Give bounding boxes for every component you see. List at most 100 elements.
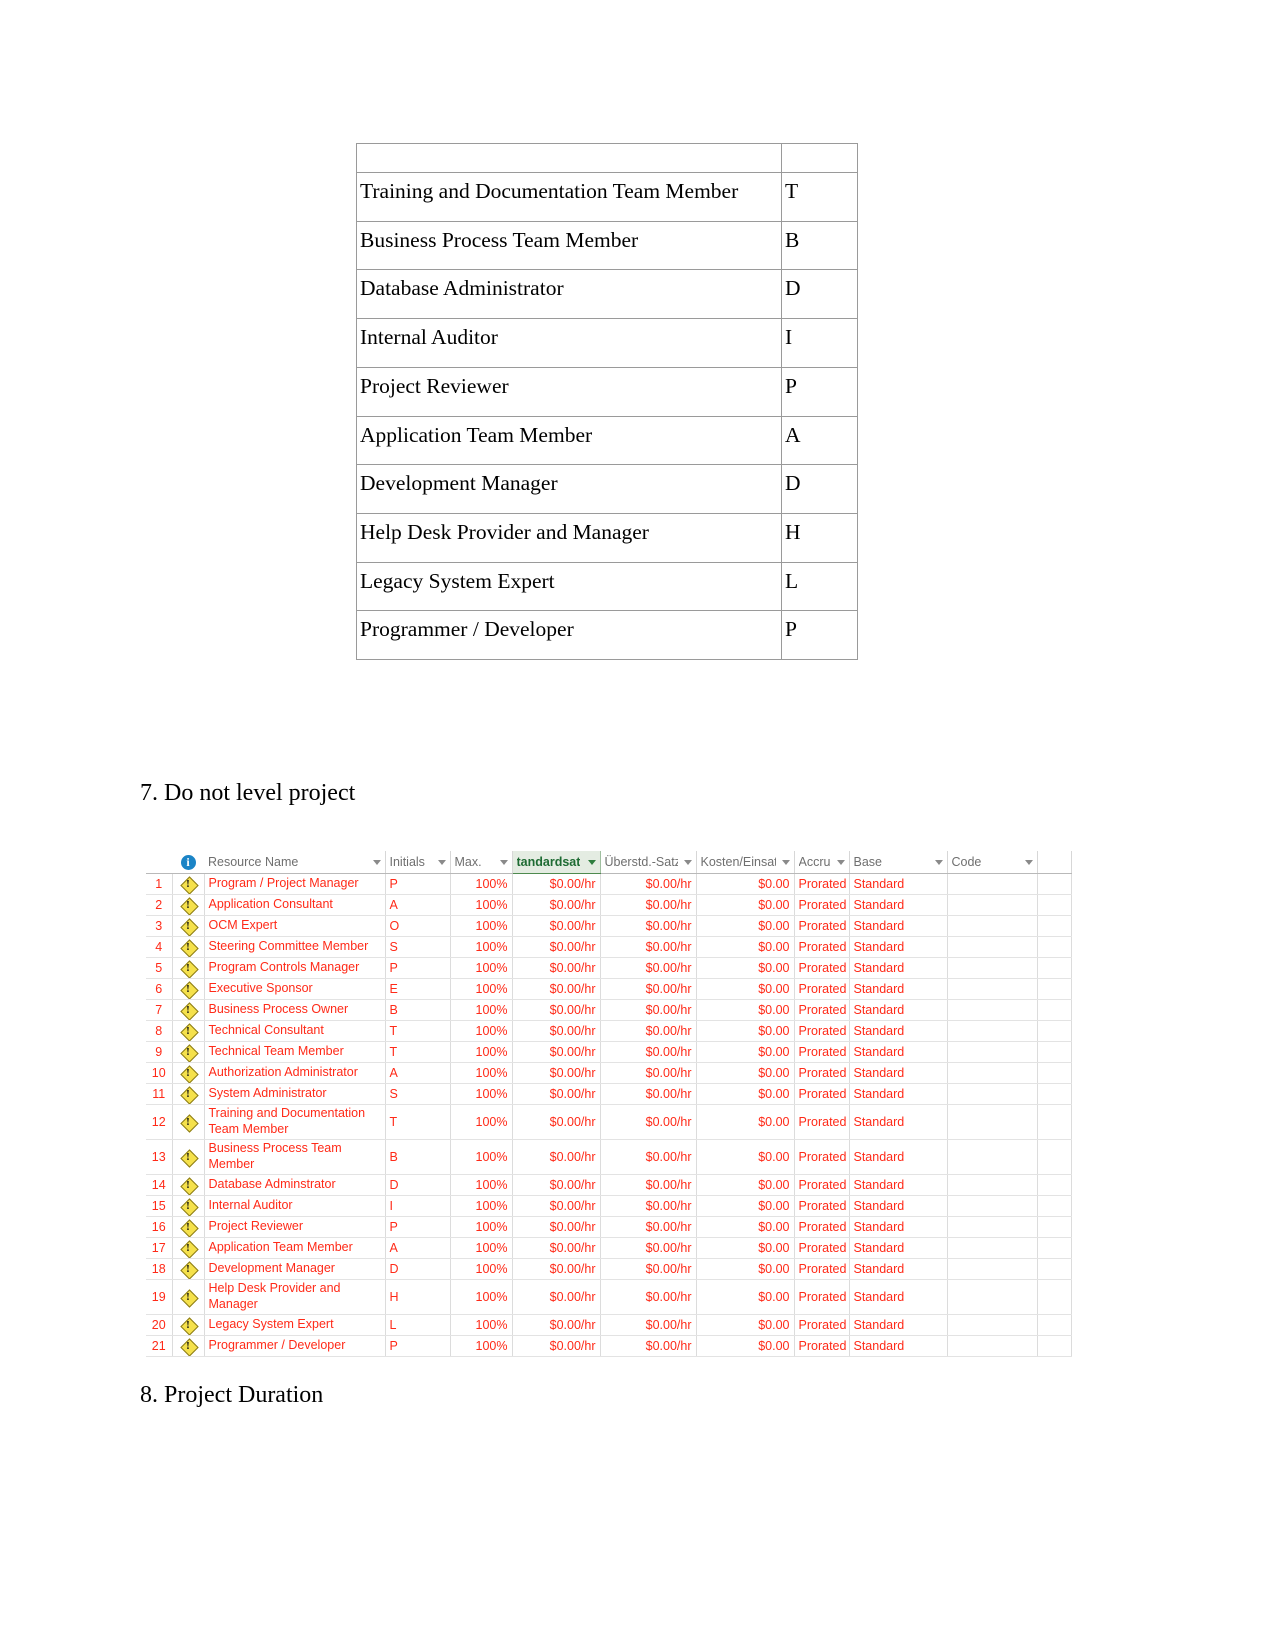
max-units-cell[interactable]: 100% xyxy=(450,1237,513,1259)
table-row[interactable]: 2! Application Consultant A 100% $0.00/hr $0.… xyxy=(146,894,1072,916)
standard-rate-cell[interactable]: $0.00/hr xyxy=(512,1279,601,1315)
cost-per-use-cell[interactable]: $0.00 xyxy=(696,999,795,1021)
overtime-rate-cell[interactable]: $0.00/hr xyxy=(600,957,697,979)
accrue-at-cell[interactable]: Prorated xyxy=(794,1083,850,1105)
column-header-initials[interactable]: Initials xyxy=(385,851,451,874)
standard-rate-cell[interactable]: $0.00/hr xyxy=(512,1237,601,1259)
resource-name-cell[interactable]: Internal Auditor xyxy=(204,1195,386,1217)
code-cell[interactable] xyxy=(947,1258,1038,1280)
max-units-cell[interactable]: 100% xyxy=(450,999,513,1021)
indicator-cell[interactable]: ! xyxy=(172,1062,205,1084)
column-header-overtime_rate[interactable]: Überstd.-Satz xyxy=(600,851,697,874)
indicator-cell[interactable]: ! xyxy=(172,1237,205,1259)
code-cell[interactable] xyxy=(947,1174,1038,1196)
max-units-cell[interactable]: 100% xyxy=(450,1195,513,1217)
indicator-cell[interactable]: ! xyxy=(172,999,205,1021)
accrue-at-cell[interactable]: Prorated xyxy=(794,1104,850,1140)
initials-cell[interactable]: A xyxy=(385,894,451,916)
max-units-cell[interactable]: 100% xyxy=(450,957,513,979)
initials-cell[interactable]: D xyxy=(385,1174,451,1196)
max-units-cell[interactable]: 100% xyxy=(450,1258,513,1280)
standard-rate-cell[interactable]: $0.00/hr xyxy=(512,1174,601,1196)
cost-per-use-cell[interactable]: $0.00 xyxy=(696,915,795,937)
initials-cell[interactable]: A xyxy=(385,1237,451,1259)
filter-dropdown-icon[interactable] xyxy=(781,859,790,865)
base-calendar-cell[interactable]: Standard xyxy=(849,1195,948,1217)
warning-icon[interactable]: ! xyxy=(179,917,199,936)
accrue-at-cell[interactable]: Prorated xyxy=(794,1258,850,1280)
cost-per-use-cell[interactable]: $0.00 xyxy=(696,1139,795,1175)
max-units-cell[interactable]: 100% xyxy=(450,978,513,1000)
standard-rate-cell[interactable]: $0.00/hr xyxy=(512,1335,601,1357)
standard-rate-cell[interactable]: $0.00/hr xyxy=(512,1083,601,1105)
base-calendar-cell[interactable]: Standard xyxy=(849,1237,948,1259)
indicator-cell[interactable]: ! xyxy=(172,936,205,958)
warning-icon[interactable]: ! xyxy=(179,938,199,957)
resource-name-cell[interactable]: Programmer / Developer xyxy=(204,1335,386,1357)
base-calendar-cell[interactable]: Standard xyxy=(849,999,948,1021)
initials-cell[interactable]: O xyxy=(385,915,451,937)
cost-per-use-cell[interactable]: $0.00 xyxy=(696,1041,795,1063)
resource-name-cell[interactable]: Technical Consultant xyxy=(204,1020,386,1042)
sheet-select-all-corner[interactable] xyxy=(146,851,172,874)
code-cell[interactable] xyxy=(947,873,1038,895)
table-row[interactable]: 15! Internal Auditor I 100% $0.00/hr $0.00/hr… xyxy=(146,1195,1072,1217)
resource-name-cell[interactable]: Help Desk Provider and Manager xyxy=(204,1279,386,1315)
standard-rate-cell[interactable]: $0.00/hr xyxy=(512,1104,601,1140)
code-cell[interactable] xyxy=(947,1083,1038,1105)
column-header-standard_rate[interactable]: tandardsat xyxy=(511,851,601,874)
max-units-cell[interactable]: 100% xyxy=(450,1174,513,1196)
resource-name-cell[interactable]: OCM Expert xyxy=(204,915,386,937)
overtime-rate-cell[interactable]: $0.00/hr xyxy=(600,936,697,958)
accrue-at-cell[interactable]: Prorated xyxy=(794,1314,850,1336)
table-row[interactable]: 3! OCM Expert O 100% $0.00/hr $0.00/hr $0.00 Pr… xyxy=(146,915,1072,937)
filter-dropdown-icon[interactable] xyxy=(499,859,508,865)
base-calendar-cell[interactable]: Standard xyxy=(849,894,948,916)
warning-icon[interactable]: ! xyxy=(179,1148,199,1168)
indicator-cell[interactable]: ! xyxy=(172,1314,205,1336)
overtime-rate-cell[interactable]: $0.00/hr xyxy=(600,999,697,1021)
warning-icon[interactable]: ! xyxy=(179,1239,199,1258)
warning-icon[interactable]: ! xyxy=(179,1064,199,1083)
accrue-at-cell[interactable]: Prorated xyxy=(794,978,850,1000)
resource-name-cell[interactable]: Business Process Owner xyxy=(204,999,386,1021)
warning-icon[interactable]: ! xyxy=(179,1260,199,1279)
column-header-base_calendar[interactable]: Base xyxy=(849,851,948,874)
overtime-rate-cell[interactable]: $0.00/hr xyxy=(600,1083,697,1105)
code-cell[interactable] xyxy=(947,915,1038,937)
code-cell[interactable] xyxy=(947,1237,1038,1259)
warning-icon[interactable]: ! xyxy=(179,875,199,894)
filter-dropdown-icon[interactable] xyxy=(587,859,596,865)
base-calendar-cell[interactable]: Standard xyxy=(849,1139,948,1175)
initials-cell[interactable]: P xyxy=(385,957,451,979)
code-cell[interactable] xyxy=(947,999,1038,1021)
accrue-at-cell[interactable]: Prorated xyxy=(794,1062,850,1084)
cost-per-use-cell[interactable]: $0.00 xyxy=(696,1062,795,1084)
indicator-cell[interactable]: ! xyxy=(172,1041,205,1063)
indicator-cell[interactable]: ! xyxy=(172,957,205,979)
warning-icon[interactable]: ! xyxy=(179,1022,199,1041)
max-units-cell[interactable]: 100% xyxy=(450,1083,513,1105)
standard-rate-cell[interactable]: $0.00/hr xyxy=(512,1020,601,1042)
initials-cell[interactable]: I xyxy=(385,1195,451,1217)
initials-cell[interactable]: T xyxy=(385,1041,451,1063)
cost-per-use-cell[interactable]: $0.00 xyxy=(696,978,795,1000)
max-units-cell[interactable]: 100% xyxy=(450,1216,513,1238)
indicator-cell[interactable]: ! xyxy=(172,873,205,895)
initials-cell[interactable]: S xyxy=(385,1083,451,1105)
indicator-cell[interactable]: ! xyxy=(172,915,205,937)
code-cell[interactable] xyxy=(947,1104,1038,1140)
table-row[interactable]: 12! Training and Documentation Team Membe… xyxy=(146,1104,1072,1140)
max-units-cell[interactable]: 100% xyxy=(450,1041,513,1063)
initials-cell[interactable]: P xyxy=(385,1335,451,1357)
filter-dropdown-icon[interactable] xyxy=(836,859,845,865)
initials-cell[interactable]: B xyxy=(385,999,451,1021)
warning-icon[interactable]: ! xyxy=(179,1337,199,1356)
cost-per-use-cell[interactable]: $0.00 xyxy=(696,1314,795,1336)
code-cell[interactable] xyxy=(947,1335,1038,1357)
accrue-at-cell[interactable]: Prorated xyxy=(794,873,850,895)
cost-per-use-cell[interactable]: $0.00 xyxy=(696,1258,795,1280)
base-calendar-cell[interactable]: Standard xyxy=(849,1216,948,1238)
accrue-at-cell[interactable]: Prorated xyxy=(794,999,850,1021)
warning-icon[interactable]: ! xyxy=(179,1176,199,1195)
